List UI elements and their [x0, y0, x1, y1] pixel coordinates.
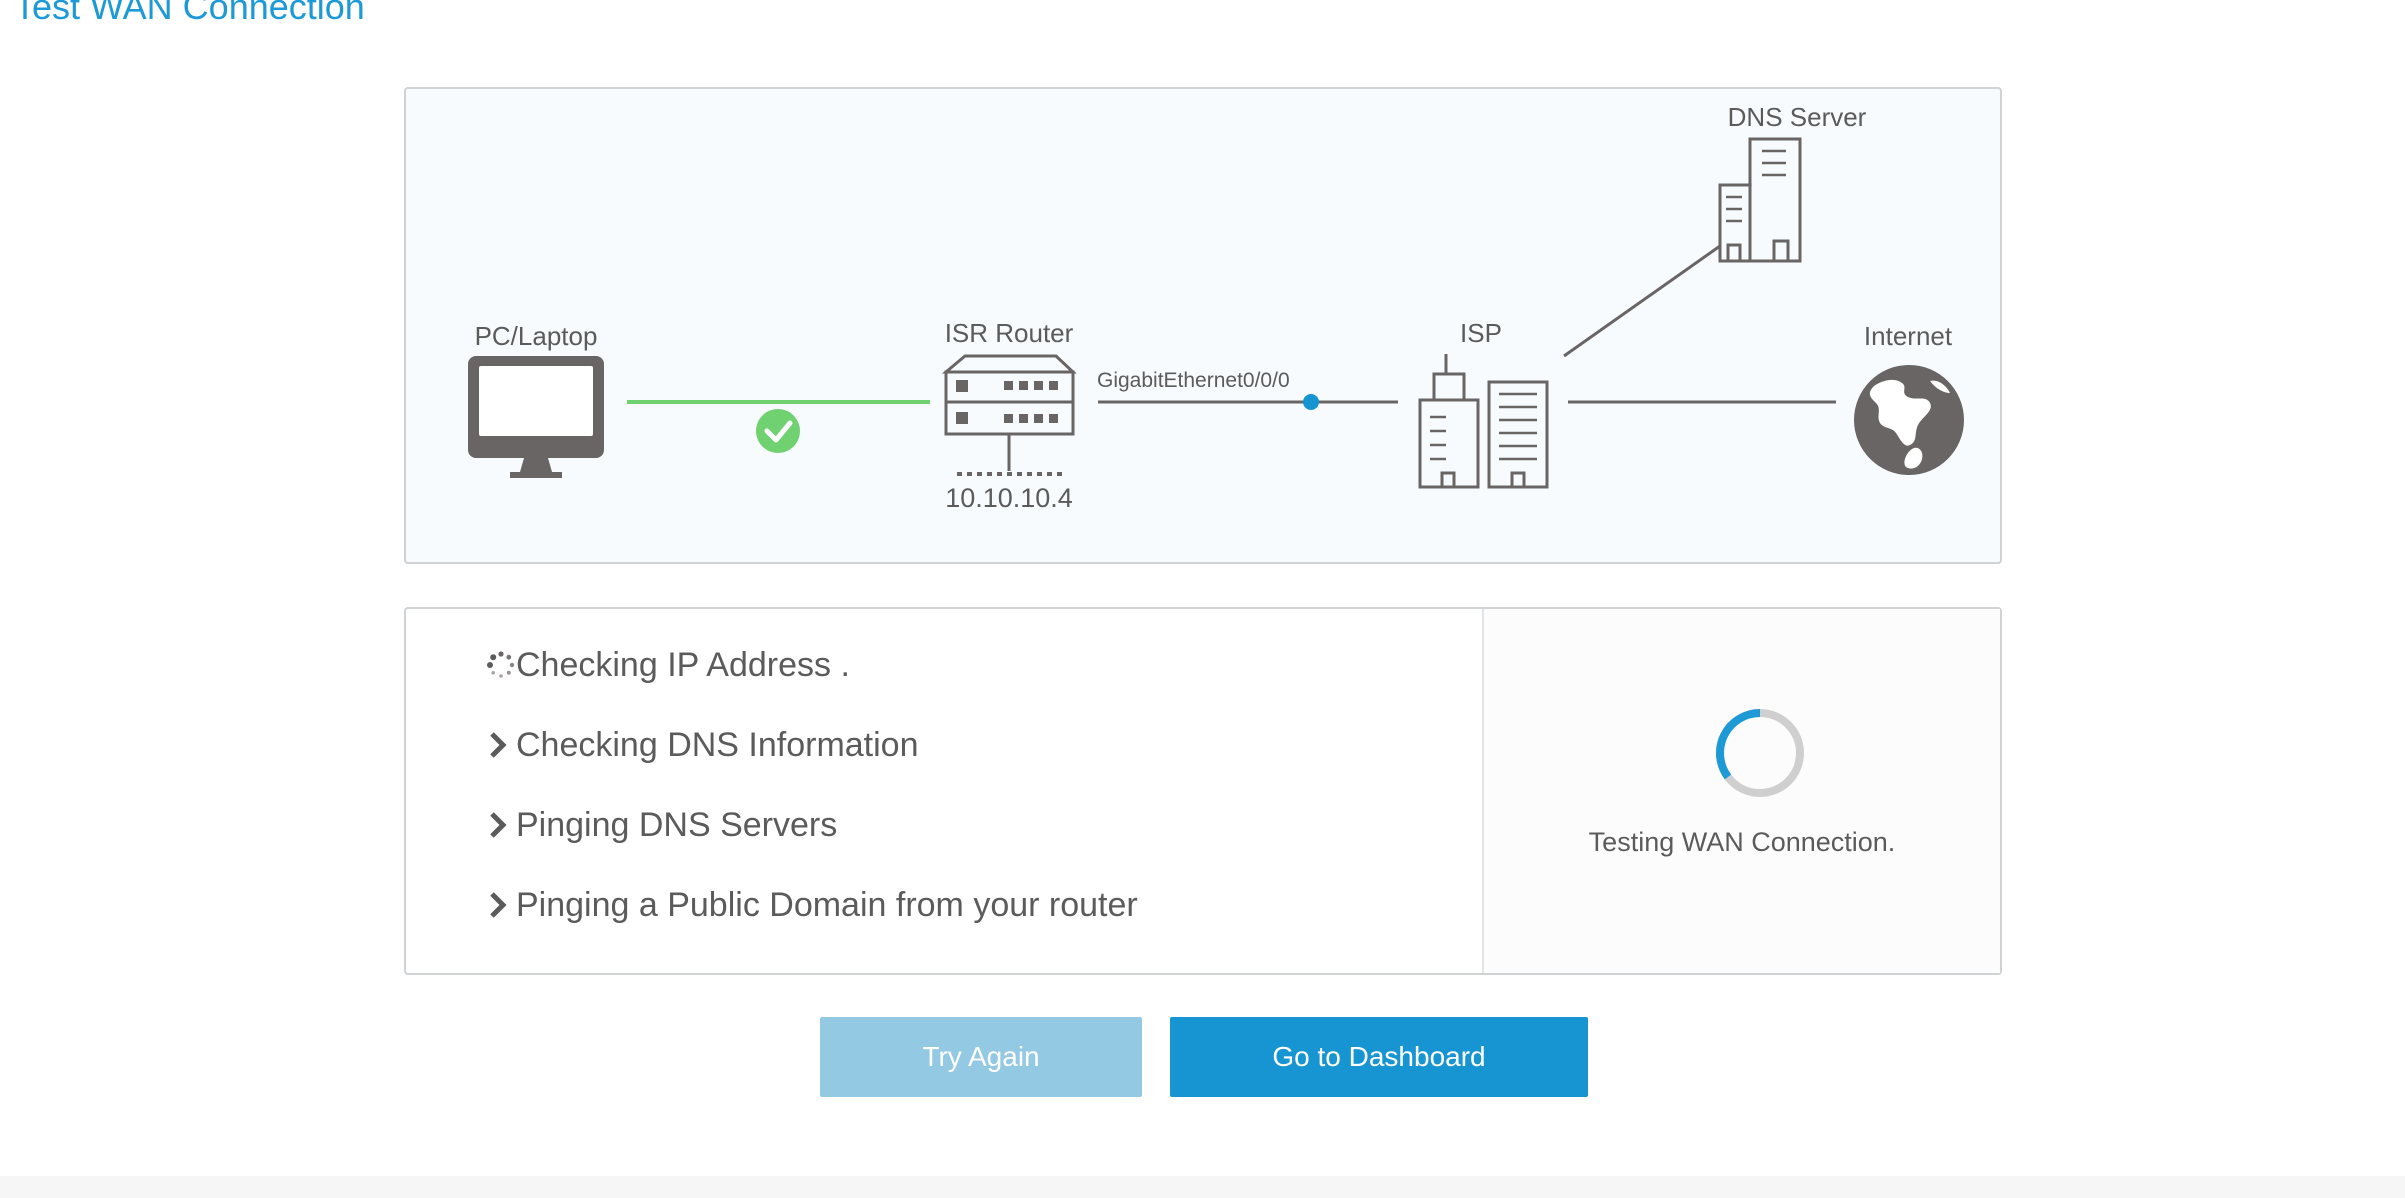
step-item-ip: Checking IP Address .	[486, 647, 1138, 727]
internet-label: Internet	[1863, 321, 1953, 351]
pc-label: PC/Laptop	[474, 321, 598, 351]
monitor-icon	[468, 356, 604, 478]
step-label: Checking DNS Information	[516, 726, 919, 764]
step-label: Checking IP Address .	[516, 646, 850, 684]
page-title: Test WAN Connection	[14, 0, 365, 27]
try-again-button[interactable]: Try Again	[820, 1017, 1142, 1097]
status-area: Testing WAN Connection.	[1484, 609, 2000, 973]
globe-icon	[1854, 365, 1964, 475]
steps-list: Checking IP Address . Checking DNS Infor…	[486, 647, 1138, 967]
go-to-dashboard-button[interactable]: Go to Dashboard	[1170, 1017, 1588, 1097]
chevron-right-icon	[486, 727, 516, 763]
router-ip: 10.10.10.4	[945, 483, 1073, 513]
loading-dots-icon	[486, 647, 516, 683]
link-isp-dns	[1563, 244, 1721, 358]
footer-strip	[0, 1176, 2405, 1198]
isp-label: ISP	[1460, 318, 1502, 348]
link-interface-label: GigabitEthernet0/0/0	[1097, 369, 1290, 392]
test-steps-panel: Checking IP Address . Checking DNS Infor…	[404, 607, 2002, 975]
building-icon	[1418, 354, 1549, 489]
topology-svg	[468, 137, 1964, 489]
check-circle-icon	[756, 409, 800, 453]
dns-label: DNS Server	[1727, 102, 1867, 132]
topology-diagram: PC/Laptop ISR Router 10.10.10.4 GigabitE…	[404, 87, 2002, 564]
router-icon	[941, 354, 1077, 476]
chevron-right-icon	[486, 887, 516, 923]
step-item-ping-dns: Pinging DNS Servers	[486, 807, 1138, 887]
spinner-icon	[1716, 709, 1804, 797]
server-building-icon	[1718, 137, 1802, 263]
step-item-ping-public: Pinging a Public Domain from your router	[486, 887, 1138, 967]
chevron-right-icon	[486, 807, 516, 843]
step-label: Pinging a Public Domain from your router	[516, 886, 1138, 924]
link-port-dot	[1303, 394, 1319, 410]
status-text: Testing WAN Connection.	[1588, 827, 1896, 857]
step-label: Pinging DNS Servers	[516, 806, 838, 844]
router-label: ISR Router	[944, 318, 1074, 348]
step-item-dns-info: Checking DNS Information	[486, 727, 1138, 807]
